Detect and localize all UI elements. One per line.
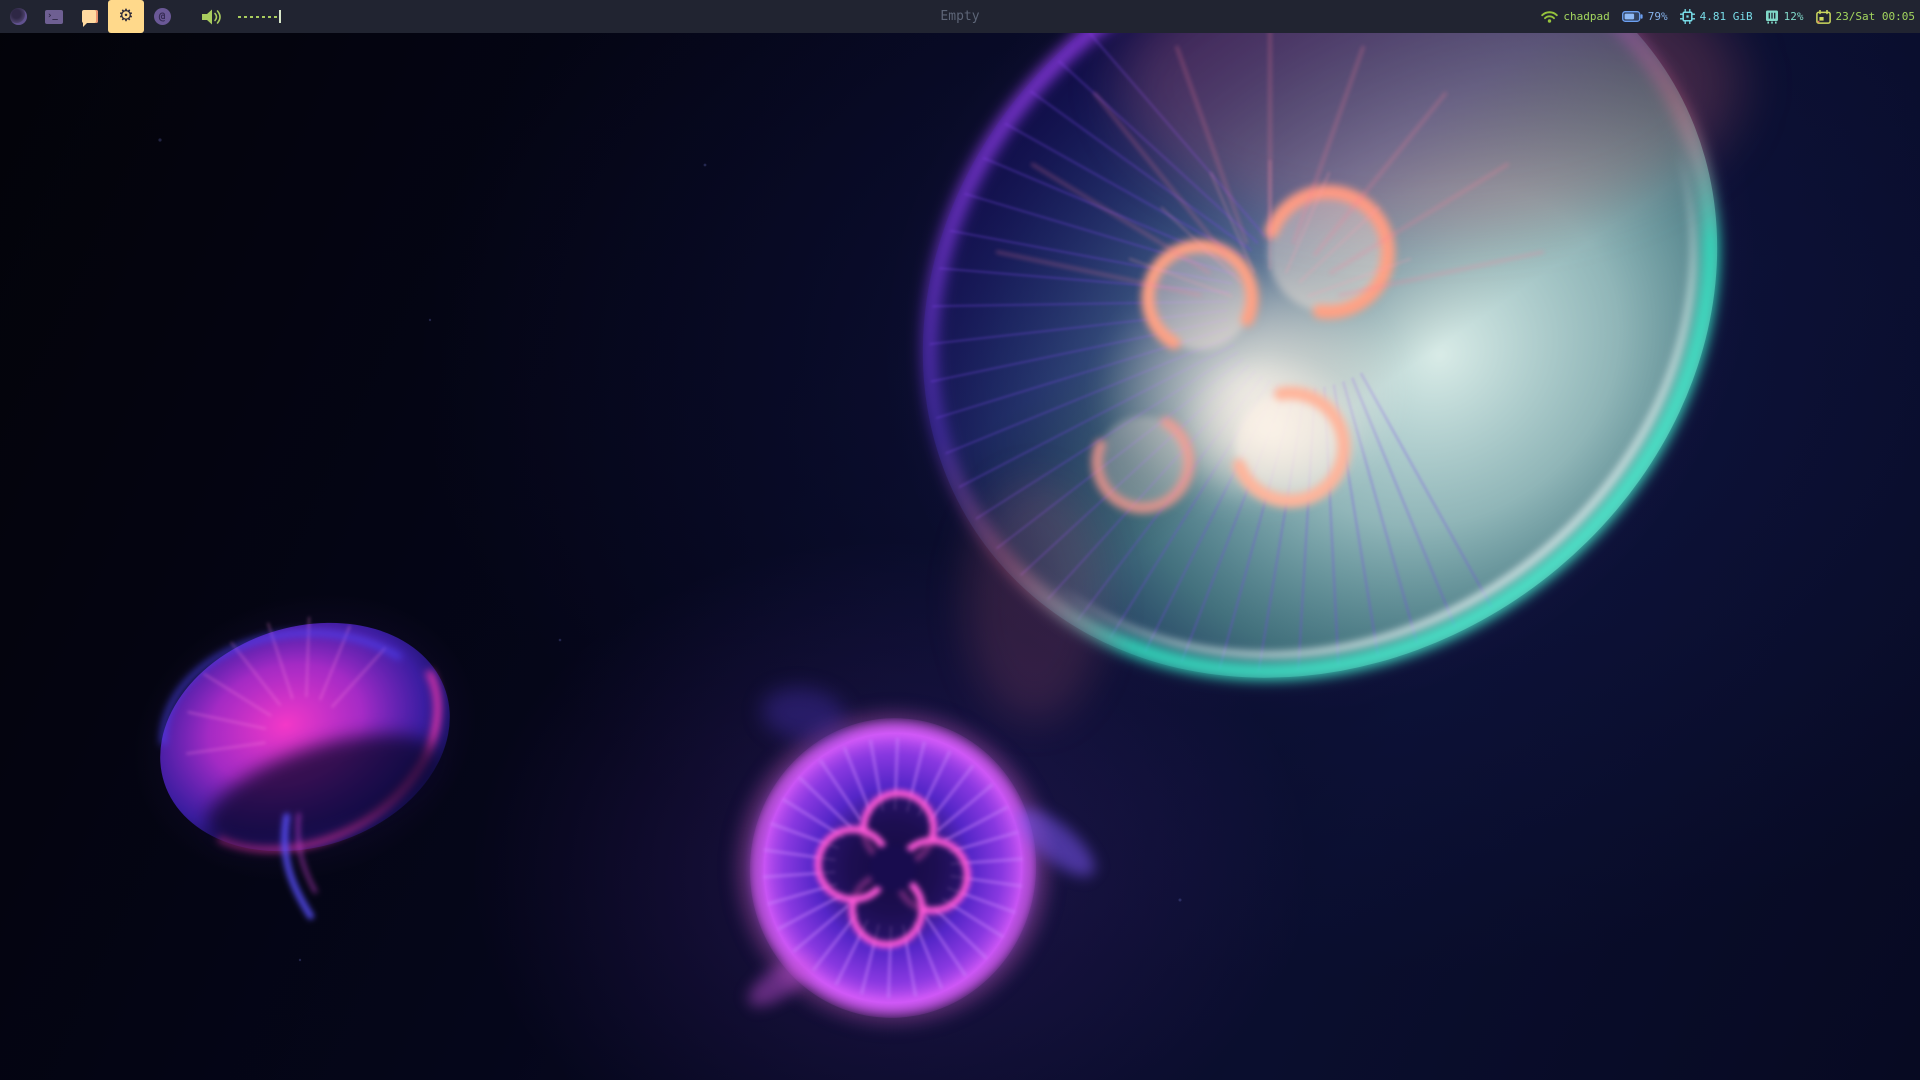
terminal-icon: ›_ <box>45 10 63 24</box>
battery-widget: 79% <box>1622 10 1668 23</box>
status-bar: ›_ ⚙ @ Empty <box>0 0 1920 33</box>
battery-icon <box>1622 11 1643 22</box>
wifi-ssid: chadpad <box>1563 10 1609 23</box>
gear-icon: ⚙ <box>118 8 133 25</box>
cpu-widget: 12% <box>1765 9 1804 24</box>
volume-handle[interactable] <box>279 10 281 23</box>
status-widgets: chadpad 79% 4.81 GiB <box>1541 0 1915 33</box>
volume-track[interactable] <box>238 16 278 18</box>
jellyfish-left <box>95 550 524 955</box>
cpu-percent: 12% <box>1784 10 1804 23</box>
cpu-chip-icon <box>1680 9 1695 24</box>
memory-used: 4.81 GiB <box>1700 10 1753 23</box>
chat-icon <box>82 10 98 23</box>
clock-datetime: 23/Sat 00:05 <box>1836 10 1915 23</box>
workspace-terminal[interactable]: ›_ <box>36 0 72 33</box>
firefox-icon <box>10 8 27 25</box>
wifi-widget: chadpad <box>1541 10 1609 23</box>
ram-chip-icon <box>1765 9 1779 24</box>
calendar-icon <box>1816 10 1831 24</box>
battery-percent: 79% <box>1648 10 1668 23</box>
wifi-icon <box>1541 10 1558 23</box>
workspace-firefox[interactable] <box>0 0 36 33</box>
volume-slider[interactable] <box>202 9 281 25</box>
wallpaper-jellyfish <box>0 0 1920 1080</box>
jellyfish-scene <box>0 0 1920 1080</box>
workspace-chat[interactable] <box>72 0 108 33</box>
window-title-text: Empty <box>940 9 979 24</box>
workspace-settings-active[interactable]: ⚙ <box>108 0 144 33</box>
window-title: Empty <box>940 0 979 33</box>
clock-widget: 23/Sat 00:05 <box>1816 10 1915 24</box>
at-icon: @ <box>154 8 171 25</box>
speaker-icon <box>202 9 224 25</box>
workspace-at[interactable]: @ <box>144 0 180 33</box>
memory-widget: 4.81 GiB <box>1680 9 1753 24</box>
workspace-switcher: ›_ ⚙ @ <box>0 0 281 33</box>
